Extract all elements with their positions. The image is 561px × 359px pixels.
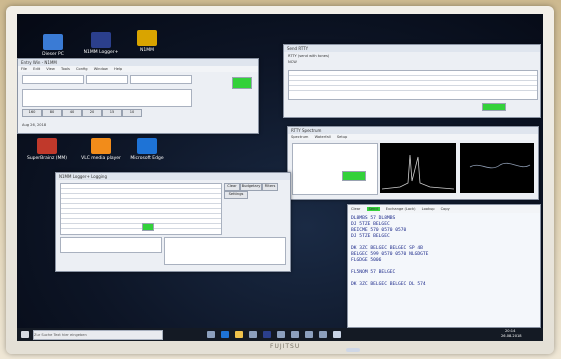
clear-button[interactable]: Clear <box>224 183 240 191</box>
desktop-icon-this-pc[interactable]: Dieser PC <box>31 34 75 57</box>
edge-icon <box>137 138 157 154</box>
desktop-icon-vlc[interactable]: VLC media player <box>79 138 123 161</box>
qso-indicator <box>142 223 154 231</box>
band-button-160[interactable]: 160 <box>22 109 42 117</box>
app-taskbar-icon[interactable] <box>277 331 285 338</box>
menu-edit[interactable]: Edit <box>33 67 40 71</box>
waterfall-plot <box>460 143 534 193</box>
app-taskbar-icon[interactable] <box>291 331 299 338</box>
decode-indicator <box>342 171 366 181</box>
band-button-15[interactable]: 15 <box>102 109 122 117</box>
app-icon <box>37 138 57 154</box>
tab-waterfall[interactable]: Waterfall <box>315 135 331 139</box>
task-view-icon[interactable] <box>207 331 215 338</box>
spectrum-controls <box>292 143 378 195</box>
app-taskbar-icon-active[interactable] <box>333 331 341 338</box>
qso-entry[interactable] <box>60 237 162 253</box>
entry-window: Entry Win - N1MM File Edit View Tools Co… <box>17 58 259 134</box>
menu-help[interactable]: Help <box>114 67 122 71</box>
checkbox-rtty[interactable]: RTTY (send with tones) <box>288 54 329 58</box>
n1mm-app-icon <box>91 32 111 48</box>
band-button-20[interactable]: 20 <box>82 109 102 117</box>
menu-tools[interactable]: Tools <box>61 67 70 71</box>
menu-config[interactable]: Config <box>76 67 88 71</box>
message-log-body: DL8MBS 57 DL8MBS DJ 5TZE BELGEC BEICME 5… <box>348 213 540 291</box>
call-field[interactable] <box>22 75 84 84</box>
logging-window-title: N1MM Logger+ Logging <box>56 173 290 180</box>
desktop-icon-edge[interactable]: Microsoft Edge <box>125 138 169 161</box>
entry-window-menu: File Edit View Tools Config Window Help <box>18 66 258 72</box>
send-rtty-title: Send RTTY <box>284 45 540 52</box>
entry-status-date: Aug 26, 2018 <box>22 123 47 127</box>
tab-setup[interactable]: Setup <box>337 135 347 139</box>
taskbar-search[interactable]: Zur Suche Text hier eingeben <box>33 330 163 340</box>
band-button-10[interactable]: 10 <box>122 109 142 117</box>
desktop-screen: Dieser PC N1MM Logger+ N1MM SuperBrainz … <box>17 14 543 341</box>
tab-clear[interactable]: Clear <box>351 207 360 211</box>
band-button-40[interactable]: 40 <box>62 109 82 117</box>
edge-taskbar-icon[interactable] <box>221 331 229 338</box>
budgetary-button[interactable]: Budgetary <box>240 183 262 191</box>
settings-button[interactable]: Settings <box>224 191 248 199</box>
spectrum-plot <box>380 143 456 193</box>
send-rtty-window: Send RTTY RTTY (send with tones) NCW <box>283 44 541 118</box>
menu-window[interactable]: Window <box>94 67 108 71</box>
desktop-icon-n1mm[interactable]: N1MM <box>125 30 169 53</box>
folder-icon <box>137 30 157 46</box>
tab-copy[interactable]: Copy <box>441 207 450 211</box>
checkbox-ncw[interactable]: NCW <box>288 60 297 64</box>
n1mm-taskbar-icon[interactable] <box>263 331 271 338</box>
explorer-taskbar-icon[interactable] <box>235 331 243 338</box>
start-windows-icon[interactable] <box>21 331 29 338</box>
spectrum-tabs: Spectrum Waterfall Setup <box>288 134 538 140</box>
menu-view[interactable]: View <box>46 67 55 71</box>
monitor-brand: FUJITSU <box>270 343 301 350</box>
entry-window-title: Entry Win - N1MM <box>18 59 258 66</box>
message-log-window: Clear Send Exchange (Lock) Lookup Copy D… <box>347 204 541 328</box>
store-taskbar-icon[interactable] <box>249 331 257 338</box>
send-buffer[interactable] <box>288 70 538 100</box>
clock-time[interactable]: 20:14 <box>505 329 515 333</box>
status-green-indicator <box>232 77 252 89</box>
desktop-icon-superbrainz[interactable]: SuperBrainz (MM) <box>25 138 69 161</box>
taskbar: Zur Suche Text hier eingeben 20:14 26.08… <box>17 328 543 341</box>
send-indicator <box>482 103 506 111</box>
power-led <box>346 348 360 352</box>
app-taskbar-icon[interactable] <box>305 331 313 338</box>
band-button-80[interactable]: 80 <box>42 109 62 117</box>
spectrum-title: RTTY Spectrum <box>288 127 538 134</box>
tab-lookup[interactable]: Lookup <box>422 207 435 211</box>
log-line: DK 3ZC BELGEC BELGEC DL 574 <box>351 282 426 287</box>
app-taskbar-icon[interactable] <box>319 331 327 338</box>
message-log-tabs: Clear Send Exchange (Lock) Lookup Copy <box>348 205 540 213</box>
clock-date[interactable]: 26.08.2018 <box>501 334 522 338</box>
vlc-cone-icon <box>91 138 111 154</box>
tab-exchange[interactable]: Exchange (Lock) <box>386 207 416 211</box>
spectrum-window: RTTY Spectrum Spectrum Waterfall Setup <box>287 126 539 200</box>
info-area <box>22 89 192 107</box>
log-grid <box>60 183 222 235</box>
logging-window: N1MM Logger+ Logging Clear Budgetary Fil… <box>55 172 291 272</box>
exchange-field[interactable] <box>130 75 192 84</box>
tab-spectrum[interactable]: Spectrum <box>291 135 308 139</box>
filters-button[interactable]: Filters <box>262 183 278 191</box>
notes-area[interactable] <box>164 237 286 265</box>
menu-file[interactable]: File <box>21 67 27 71</box>
computer-icon <box>43 34 63 50</box>
desktop-icon-n1mm-logger[interactable]: N1MM Logger+ <box>79 32 123 55</box>
rst-field[interactable] <box>86 75 128 84</box>
tab-send[interactable]: Send <box>366 207 380 211</box>
